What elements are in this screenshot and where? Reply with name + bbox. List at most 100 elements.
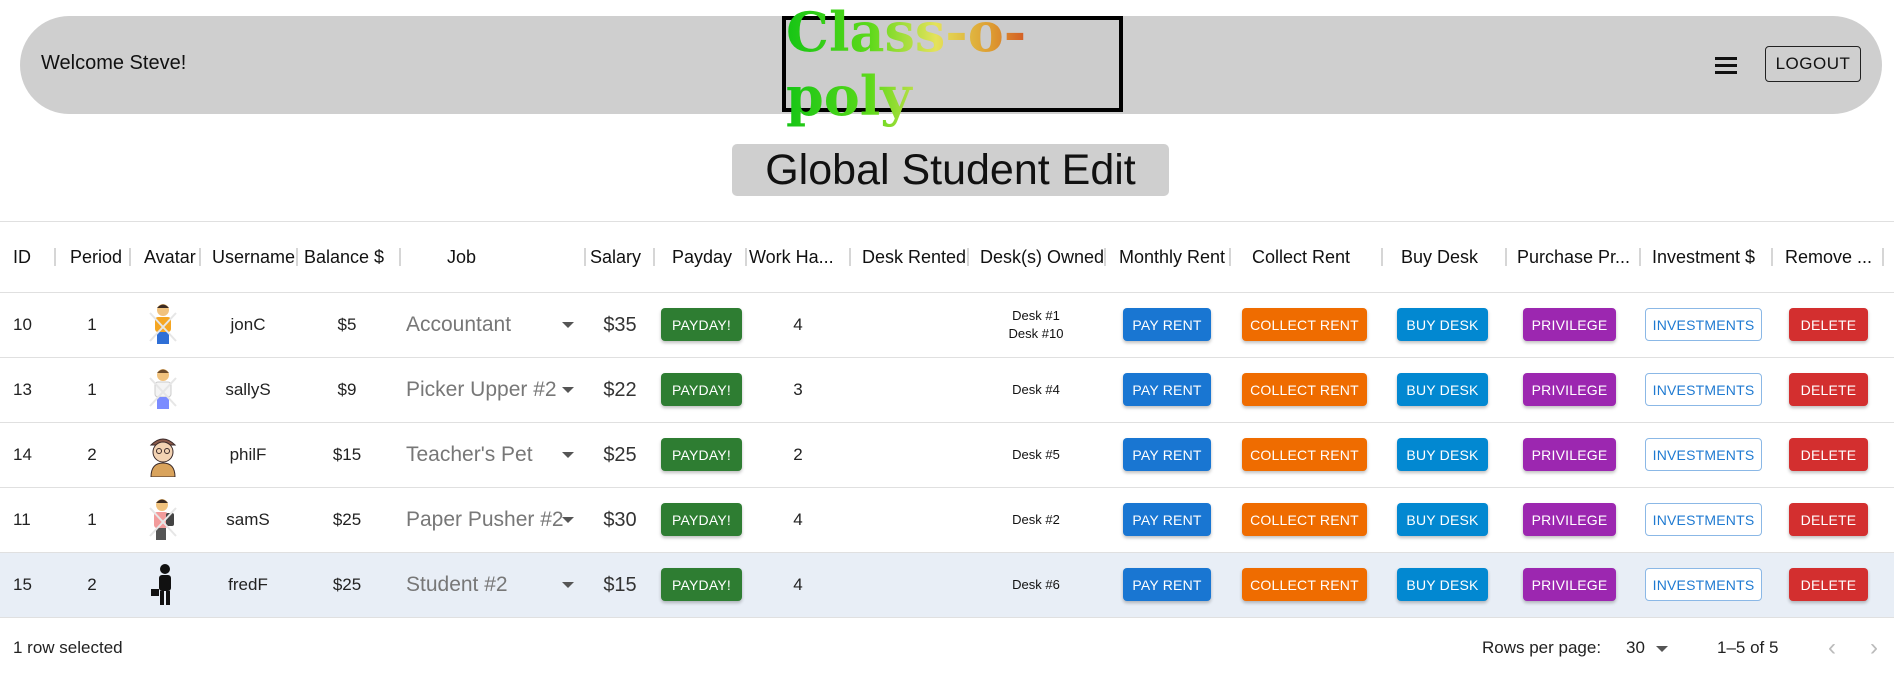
buy-desk-button[interactable]: BUY DESK <box>1397 308 1488 341</box>
column-separator[interactable] <box>967 248 969 266</box>
job-select[interactable]: Paper Pusher #2 <box>406 488 564 552</box>
column-header-desk-rented[interactable]: Desk Rented <box>862 222 966 292</box>
delete-button[interactable]: DELETE <box>1789 503 1868 536</box>
investments-button[interactable]: INVESTMENTS <box>1645 373 1762 406</box>
column-header-monthly-rent[interactable]: Monthly Rent <box>1119 222 1225 292</box>
rows-per-page-select[interactable]: 30 <box>1626 638 1645 658</box>
privilege-button[interactable]: PRIVILEGE <box>1523 568 1616 601</box>
column-separator[interactable] <box>1381 248 1383 266</box>
cell-username: jonC <box>230 315 266 334</box>
column-separator[interactable] <box>745 248 747 266</box>
column-header-desks-owned[interactable]: Desk(s) Owned <box>980 222 1104 292</box>
column-header-id[interactable]: ID <box>13 222 31 292</box>
collect-rent-button[interactable]: COLLECT RENT <box>1242 308 1367 341</box>
collect-rent-button[interactable]: COLLECT RENT <box>1242 438 1367 471</box>
column-header-remove[interactable]: Remove ... <box>1785 222 1873 292</box>
column-header-work-habits[interactable]: Work Ha... <box>749 222 837 292</box>
column-separator[interactable] <box>849 248 851 266</box>
next-page-icon[interactable]: › <box>1862 636 1886 660</box>
chevron-down-icon[interactable] <box>562 358 574 422</box>
table-row[interactable]: 11 1 samS $25 Paper Pusher #2 $30 PAYDAY… <box>0 488 1894 553</box>
table-row[interactable]: 15 2 fredF $25 Student #2 $15 PAYDAY! 4 … <box>0 553 1894 618</box>
investments-button[interactable]: INVESTMENTS <box>1645 568 1762 601</box>
column-separator[interactable] <box>1882 248 1884 266</box>
cell-work-habits: 4 <box>793 575 803 594</box>
column-separator[interactable] <box>199 248 201 266</box>
buy-desk-button[interactable]: BUY DESK <box>1397 503 1488 536</box>
column-separator[interactable] <box>1505 248 1507 266</box>
column-separator[interactable] <box>296 248 298 266</box>
privilege-button[interactable]: PRIVILEGE <box>1523 373 1616 406</box>
column-separator[interactable] <box>129 248 131 266</box>
chevron-down-icon[interactable] <box>562 423 574 487</box>
buy-desk-button[interactable]: BUY DESK <box>1397 568 1488 601</box>
chevron-down-icon[interactable] <box>562 293 574 357</box>
pay-rent-button[interactable]: PAY RENT <box>1123 438 1211 471</box>
privilege-button[interactable]: PRIVILEGE <box>1523 438 1616 471</box>
page-title: Global Student Edit <box>732 144 1169 196</box>
column-header-purchase-privilege[interactable]: Purchase Pr... <box>1517 222 1635 292</box>
column-separator[interactable] <box>54 248 56 266</box>
previous-page-icon[interactable]: ‹ <box>1820 636 1844 660</box>
cell-work-habits: 4 <box>793 510 803 529</box>
column-header-buy-desk[interactable]: Buy Desk <box>1401 222 1478 292</box>
column-header-collect-rent[interactable]: Collect Rent <box>1252 222 1350 292</box>
investments-button[interactable]: INVESTMENTS <box>1645 503 1762 536</box>
pay-rent-button[interactable]: PAY RENT <box>1123 373 1211 406</box>
table-row[interactable]: 10 1 jonC $5 Accountant $35 PAYDAY! 4 De… <box>0 293 1894 358</box>
pay-rent-button[interactable]: PAY RENT <box>1123 568 1211 601</box>
column-header-investment[interactable]: Investment $ <box>1652 222 1755 292</box>
payday-button[interactable]: PAYDAY! <box>661 568 742 601</box>
column-header-job[interactable]: Job <box>447 222 476 292</box>
buy-desk-button[interactable]: BUY DESK <box>1397 373 1488 406</box>
investments-button[interactable]: INVESTMENTS <box>1645 308 1762 341</box>
student-backpack-avatar-icon <box>141 488 185 552</box>
collect-rent-button[interactable]: COLLECT RENT <box>1242 503 1367 536</box>
column-separator[interactable] <box>1229 248 1231 266</box>
desk-owned-label: Desk #5 <box>1012 447 1060 462</box>
cell-period: 1 <box>87 380 97 399</box>
pay-rent-button[interactable]: PAY RENT <box>1123 503 1211 536</box>
collect-rent-button[interactable]: COLLECT RENT <box>1242 568 1367 601</box>
delete-button[interactable]: DELETE <box>1789 438 1868 471</box>
delete-button[interactable]: DELETE <box>1789 308 1868 341</box>
payday-button[interactable]: PAYDAY! <box>661 438 742 471</box>
investments-button[interactable]: INVESTMENTS <box>1645 438 1762 471</box>
column-separator[interactable] <box>399 248 401 266</box>
cell-desks-owned: Desk #5 <box>980 423 1092 487</box>
column-header-balance[interactable]: Balance $ <box>304 222 384 292</box>
job-select[interactable]: Teacher's Pet <box>406 423 556 487</box>
cell-period: 2 <box>87 575 97 594</box>
collect-rent-button[interactable]: COLLECT RENT <box>1242 373 1367 406</box>
job-select[interactable]: Accountant <box>406 293 556 357</box>
privilege-button[interactable]: PRIVILEGE <box>1523 308 1616 341</box>
delete-button[interactable]: DELETE <box>1789 568 1868 601</box>
payday-button[interactable]: PAYDAY! <box>661 373 742 406</box>
chevron-down-icon[interactable] <box>562 553 574 617</box>
column-separator[interactable] <box>1639 248 1641 266</box>
column-header-period[interactable]: Period <box>70 222 122 292</box>
payday-button[interactable]: PAYDAY! <box>661 503 742 536</box>
student-white-shirt-avatar-icon <box>141 358 185 422</box>
column-header-payday[interactable]: Payday <box>672 222 732 292</box>
pay-rent-button[interactable]: PAY RENT <box>1123 308 1211 341</box>
column-separator[interactable] <box>1104 248 1106 266</box>
chevron-down-icon[interactable] <box>1656 646 1668 652</box>
table-row[interactable]: 14 2 philF $15 Teacher's Pet $25 PAYDAY!… <box>0 423 1894 488</box>
table-row[interactable]: 13 1 sallyS $9 Picker Upper #2 $22 PAYDA… <box>0 358 1894 423</box>
payday-button[interactable]: PAYDAY! <box>661 308 742 341</box>
buy-desk-button[interactable]: BUY DESK <box>1397 438 1488 471</box>
column-separator[interactable] <box>653 248 655 266</box>
job-select[interactable]: Picker Upper #2 <box>406 358 557 422</box>
column-header-username[interactable]: Username <box>212 222 295 292</box>
job-select[interactable]: Student #2 <box>406 553 556 617</box>
column-header-avatar[interactable]: Avatar <box>144 222 196 292</box>
column-separator[interactable] <box>584 248 586 266</box>
hamburger-menu-icon[interactable] <box>1710 49 1742 81</box>
column-header-salary[interactable]: Salary <box>590 222 641 292</box>
column-separator[interactable] <box>1771 248 1773 266</box>
chevron-down-icon[interactable] <box>562 488 574 552</box>
privilege-button[interactable]: PRIVILEGE <box>1523 503 1616 536</box>
logout-button[interactable]: LOGOUT <box>1765 46 1861 82</box>
delete-button[interactable]: DELETE <box>1789 373 1868 406</box>
